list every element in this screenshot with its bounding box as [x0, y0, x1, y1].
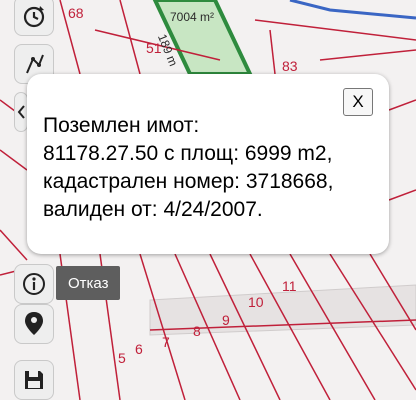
parcel-number: 7 — [162, 334, 170, 350]
parcel-info-line: валиден от: 4/24/2007. — [43, 198, 263, 221]
selected-parcel-area: 7004 m² — [170, 10, 215, 24]
history-button[interactable] — [14, 0, 54, 36]
parcel-number: 9 — [222, 312, 230, 328]
blue-boundary — [289, 0, 416, 20]
info-button[interactable] — [14, 264, 54, 304]
save-icon — [25, 371, 43, 389]
parcel-info-popup: X Поземлен имот: 81178.27.50 с площ: 699… — [27, 74, 389, 254]
parcel-info-line: 81178.27.50 с площ: 6999 m2, — [43, 142, 333, 165]
history-icon — [23, 6, 45, 28]
parcel-number: 83 — [282, 58, 298, 74]
parcel-info-line: кадастрален номер: 3718668, — [43, 170, 334, 193]
parcel-number: 11 — [282, 278, 297, 294]
parcel-number: 68 — [68, 5, 84, 21]
collapse-icon — [17, 105, 25, 119]
parcel-number: 6 — [135, 341, 143, 357]
collapse-button[interactable] — [14, 92, 28, 132]
info-icon — [23, 273, 45, 295]
parcel-number: 10 — [248, 294, 264, 310]
save-button[interactable] — [14, 360, 54, 400]
location-button[interactable] — [14, 304, 54, 344]
parcel-info-line: Поземлен имот: — [43, 114, 200, 137]
location-pin-icon — [25, 312, 43, 335]
parcel-number: 8 — [193, 323, 201, 339]
parcel-number: 5 — [118, 350, 126, 366]
info-tooltip: Отказ — [56, 266, 121, 300]
parcel-info-text: Поземлен имот: 81178.27.50 с площ: 6999 … — [43, 112, 383, 224]
